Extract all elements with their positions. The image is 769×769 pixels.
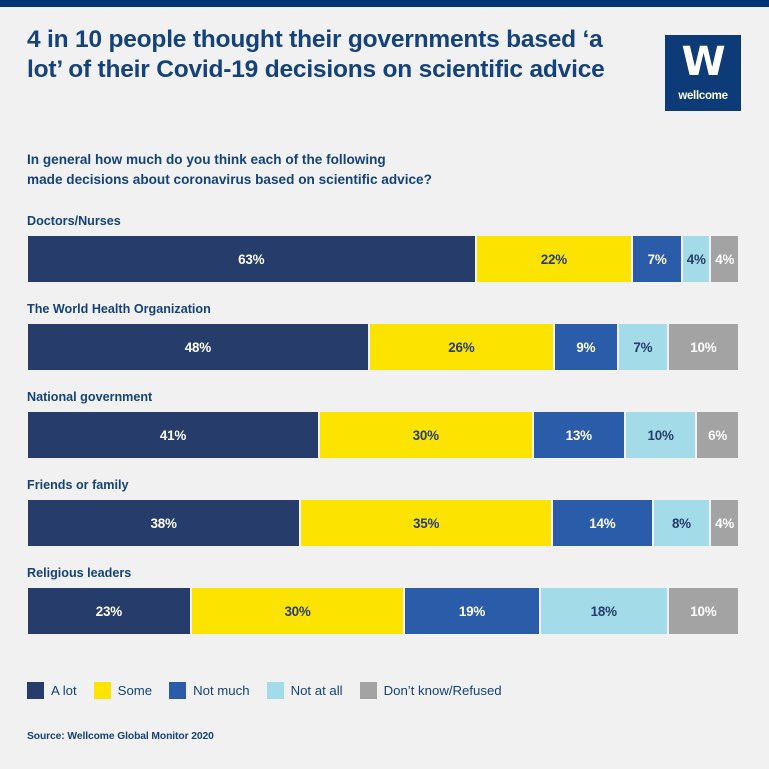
bar-row-religious-leaders: Religious leaders 23% 30% 19% 18% 10%: [27, 566, 739, 635]
stacked-bar: 41% 30% 13% 10% 6%: [27, 411, 739, 459]
bar-segment-value: 13%: [565, 427, 592, 443]
chart-question-line-2: made decisions about coronavirus based o…: [27, 172, 432, 187]
bar-segment-don-t-know-refused: 10%: [667, 587, 739, 635]
bar-segment-not-much: 7%: [632, 235, 682, 283]
bar-segment-value: 10%: [690, 339, 717, 355]
bar-segment-value: 38%: [150, 515, 177, 531]
bar-row-label: Religious leaders: [27, 566, 132, 580]
bar-segment-don-t-know-refused: 4%: [710, 499, 739, 547]
bar-segment-some: 26%: [368, 323, 554, 371]
bar-segment-not-at-all: 7%: [617, 323, 668, 371]
legend-item-don-t-know-refused: Don’t know/Refused: [359, 682, 502, 699]
header: 4 in 10 people thought their governments…: [27, 25, 742, 135]
bar-segment-a-lot: 41%: [27, 411, 319, 459]
bar-segment-value: 6%: [708, 427, 728, 443]
infographic-page: 4 in 10 people thought their governments…: [0, 7, 769, 769]
bar-segment-not-at-all: 8%: [652, 499, 711, 547]
bar-segment-some: 30%: [318, 411, 533, 459]
bar-row-friends-or-family: Friends or family 38% 35% 14% 8% 4%: [27, 478, 739, 547]
chart-question: In general how much do you think each of…: [27, 150, 627, 190]
bar-segment-not-at-all: 4%: [682, 235, 711, 283]
bar-segment-some: 35%: [300, 499, 552, 547]
bar-segment-don-t-know-refused: 4%: [710, 235, 739, 283]
bar-segment-value: 19%: [458, 603, 486, 619]
top-accent-bar: [0, 0, 769, 7]
stacked-bar: 23% 30% 19% 18% 10%: [27, 587, 739, 635]
bar-segment-value: 7%: [647, 251, 667, 267]
bar-segment-value: 14%: [589, 515, 616, 531]
bar-segment-value: 4%: [715, 251, 735, 267]
bar-segment-some: 30%: [190, 587, 405, 635]
legend-label: Some: [117, 683, 153, 698]
bar-row-label: Friends or family: [27, 478, 129, 492]
legend-item-not-at-all: Not at all: [266, 682, 343, 699]
legend-item-not-much: Not much: [169, 682, 250, 699]
stacked-bar: 38% 35% 14% 8% 4%: [27, 499, 739, 547]
legend-item-some: Some: [93, 682, 153, 699]
chart-question-line-1: In general how much do you think each of…: [27, 152, 386, 167]
bar-segment-a-lot: 38%: [27, 499, 301, 547]
bar-row-doctors-nurses: Doctors/Nurses 63% 22% 7% 4% 4%: [27, 214, 739, 283]
legend-swatch-icon: [266, 682, 284, 699]
bar-row-the-world-health-organization: The World Health Organization 48% 26% 9% 7% 1…: [27, 302, 739, 371]
bar-segment-not-at-all: 18%: [539, 587, 668, 635]
bar-row-label: Doctors/Nurses: [27, 214, 121, 228]
bar-segment-not-much: 9%: [553, 323, 618, 371]
legend-label: A lot: [51, 683, 77, 698]
bar-segment-value: 10%: [647, 427, 674, 443]
wellcome-logo-mark: W: [681, 39, 725, 85]
legend-swatch-icon: [93, 682, 111, 699]
bar-segment-value: 63%: [238, 251, 265, 267]
bar-segment-value: 26%: [448, 339, 475, 355]
bar-segment-a-lot: 63%: [27, 235, 476, 283]
legend-swatch-icon: [169, 682, 187, 699]
bar-segment-a-lot: 48%: [27, 323, 369, 371]
legend-item-a-lot: A lot: [27, 682, 77, 699]
bar-row-label: The World Health Organization: [27, 302, 211, 316]
source-note: Source: Wellcome Global Monitor 2020: [27, 731, 214, 742]
page-title: 4 in 10 people thought their governments…: [27, 26, 605, 83]
stacked-bar: 63% 22% 7% 4% 4%: [27, 235, 739, 283]
bar-segment-not-much: 13%: [532, 411, 626, 459]
wellcome-logo: W wellcome: [665, 35, 741, 111]
bar-segment-some: 22%: [475, 235, 633, 283]
bar-segment-value: 30%: [412, 427, 439, 443]
bar-segment-value: 10%: [690, 603, 717, 619]
bar-row-national-government: National government 41% 30% 13% 10% 6%: [27, 390, 739, 459]
bar-segment-a-lot: 23%: [27, 587, 191, 635]
bar-segment-value: 41%: [159, 427, 187, 443]
bar-segment-value: 18%: [590, 603, 617, 619]
bar-segment-value: 9%: [576, 339, 596, 355]
bar-segment-value: 4%: [715, 515, 735, 531]
legend-swatch-icon: [359, 682, 377, 699]
bar-segment-not-at-all: 10%: [625, 411, 697, 459]
wellcome-logo-wordmark: wellcome: [678, 90, 728, 102]
legend-swatch-icon: [27, 682, 44, 699]
bar-segment-not-much: 19%: [404, 587, 540, 635]
legend-label: Not at all: [290, 683, 343, 698]
bar-segment-value: 48%: [184, 339, 211, 355]
bar-segment-don-t-know-refused: 6%: [696, 411, 739, 459]
bar-segment-value: 23%: [95, 603, 122, 619]
bar-segment-value: 4%: [686, 251, 706, 267]
stacked-bar: 48% 26% 9% 7% 10%: [27, 323, 739, 371]
bar-segment-not-much: 14%: [551, 499, 653, 547]
bar-segment-value: 30%: [284, 603, 311, 619]
bar-row-label: National government: [27, 390, 153, 404]
bar-segment-value: 8%: [671, 515, 691, 531]
bar-segment-value: 22%: [540, 251, 567, 267]
bar-segment-don-t-know-refused: 10%: [667, 323, 739, 371]
legend-label: Don’t know/Refused: [383, 683, 502, 698]
chart-legend: A lot Some Not much Not at all Don’t know/Re…: [27, 682, 519, 699]
legend-label: Not much: [193, 683, 250, 698]
stacked-bar-chart: Doctors/Nurses 63% 22% 7% 4% 4% The World Heal…: [27, 214, 739, 654]
bar-segment-value: 7%: [633, 339, 653, 355]
bar-segment-value: 35%: [413, 515, 440, 531]
